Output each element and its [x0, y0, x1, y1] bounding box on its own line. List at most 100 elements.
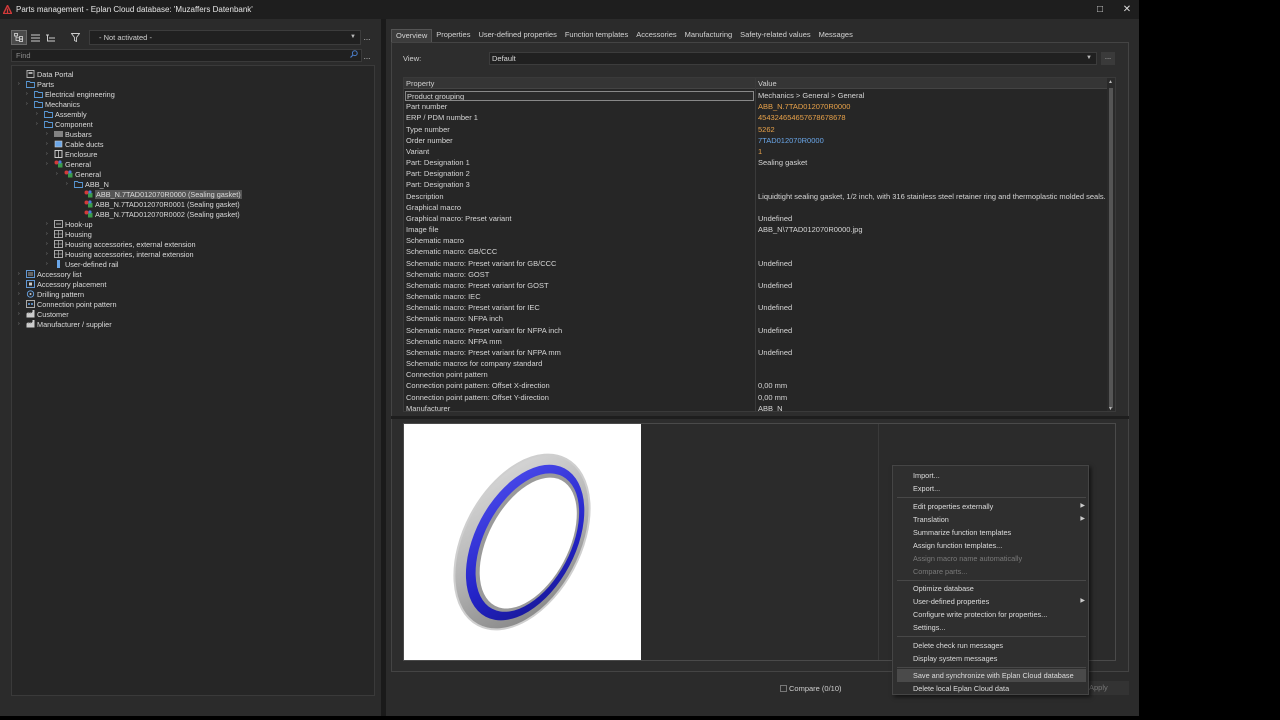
expand-chevron-icon[interactable]: ›: [18, 301, 20, 307]
property-column-header[interactable]: Property: [406, 79, 434, 88]
tree-node[interactable]: Parts: [26, 79, 54, 89]
scroll-up-icon[interactable]: ▲: [1108, 79, 1113, 85]
table-row[interactable]: Schematic macro: NFPA mm: [404, 336, 1109, 347]
view-dropdown[interactable]: Default ▼: [489, 52, 1097, 65]
find-more-button[interactable]: ...: [361, 49, 373, 64]
table-row[interactable]: Schematic macros for company standard: [404, 358, 1109, 369]
expand-chevron-icon[interactable]: ›: [56, 171, 58, 177]
expand-chevron-icon[interactable]: ›: [46, 131, 48, 137]
tree-node[interactable]: Assembly: [44, 109, 87, 119]
tree-node[interactable]: Component: [44, 119, 93, 129]
tab-overview[interactable]: Overview: [391, 29, 433, 42]
value-cell[interactable]: Undefined: [757, 303, 1107, 312]
tree-node[interactable]: Enclosure: [54, 149, 97, 159]
expand-chevron-icon[interactable]: ›: [18, 281, 20, 287]
expand-chevron-icon[interactable]: ›: [18, 271, 20, 277]
tree-node[interactable]: General: [54, 159, 91, 169]
value-cell[interactable]: 0,00 mm: [757, 393, 1107, 402]
menu-item-assign-function-templates[interactable]: Assign function templates...: [893, 539, 1090, 552]
menu-item-configure-write-protection-for-properties[interactable]: Configure write protection for propertie…: [893, 608, 1090, 621]
table-row[interactable]: Schematic macro: IEC: [404, 291, 1109, 302]
expand-chevron-icon[interactable]: ›: [46, 151, 48, 157]
table-row[interactable]: Schematic macro: GB/CCC: [404, 246, 1109, 257]
tree-node[interactable]: Electrical engineering: [34, 89, 115, 99]
table-row[interactable]: Schematic macro: GOST: [404, 269, 1109, 280]
menu-item-summarize-function-templates[interactable]: Summarize function templates: [893, 526, 1090, 539]
tree-node[interactable]: Mechanics: [34, 99, 80, 109]
menu-item-import[interactable]: Import...: [893, 469, 1090, 482]
tab-function-templates[interactable]: Function templates: [561, 29, 632, 42]
table-row[interactable]: Image file ABB_N\7TAD012070R0000.jpg: [404, 224, 1109, 235]
filter-more-button[interactable]: ...: [361, 30, 373, 45]
find-input[interactable]: Find: [11, 49, 362, 62]
expand-chevron-icon[interactable]: ›: [46, 161, 48, 167]
view-more-button[interactable]: ...: [1101, 52, 1115, 65]
expand-chevron-icon[interactable]: ›: [46, 241, 48, 247]
activation-dropdown[interactable]: - Not activated - ▼: [89, 30, 361, 45]
expand-chevron-icon[interactable]: ›: [18, 311, 20, 317]
tree-node[interactable]: Accessory placement: [26, 279, 106, 289]
table-row[interactable]: Graphical macro: [404, 202, 1109, 213]
expand-chevron-icon[interactable]: ›: [46, 251, 48, 257]
value-cell[interactable]: Liquidtight sealing gasket, 1/2 inch, wi…: [757, 192, 1107, 201]
table-row[interactable]: Schematic macro: Preset variant for IEC U…: [404, 302, 1109, 313]
value-cell[interactable]: Undefined: [757, 326, 1107, 335]
expand-chevron-icon[interactable]: ›: [18, 81, 20, 87]
value-column-header[interactable]: Value: [758, 79, 777, 88]
expand-chevron-icon[interactable]: ›: [46, 231, 48, 237]
table-row[interactable]: Product grouping Mechanics > General > Ge…: [404, 90, 1109, 101]
value-cell[interactable]: ABB_N: [757, 404, 1107, 411]
column-divider[interactable]: [755, 78, 756, 411]
expand-chevron-icon[interactable]: ›: [66, 181, 68, 187]
menu-item-translation[interactable]: Translation ▶: [893, 513, 1090, 526]
table-row[interactable]: Part number ABB_N.7TAD012070R0000: [404, 101, 1109, 112]
value-cell[interactable]: Undefined: [757, 214, 1107, 223]
table-row[interactable]: Schematic macro: NFPA inch: [404, 313, 1109, 324]
tab-manufacturing[interactable]: Manufacturing: [681, 29, 737, 42]
tree-node[interactable]: Hook-up: [54, 219, 93, 229]
value-cell[interactable]: 454324654657678678678: [757, 113, 1107, 122]
value-cell[interactable]: 5262: [757, 125, 1107, 134]
tab-properties[interactable]: Properties: [432, 29, 474, 42]
tab-accessories[interactable]: Accessories: [632, 29, 680, 42]
table-row[interactable]: Connection point pattern: Offset Y-direc…: [404, 392, 1109, 403]
tree-node[interactable]: ABB_N.7TAD012070R0000 (Sealing gasket): [84, 189, 242, 199]
table-row[interactable]: Graphical macro: Preset variant Undefined: [404, 213, 1109, 224]
scrollbar-thumb[interactable]: [1109, 88, 1113, 408]
table-row[interactable]: Schematic macro: Preset variant for NFPA…: [404, 325, 1109, 336]
value-cell[interactable]: Undefined: [757, 281, 1107, 290]
value-cell[interactable]: Undefined: [757, 348, 1107, 357]
tree-node[interactable]: Cable ducts: [54, 139, 104, 149]
horizontal-splitter[interactable]: [391, 416, 1129, 419]
grid-scrollbar[interactable]: ▲ ▼: [1107, 78, 1115, 411]
table-row[interactable]: Description Liquidtight sealing gasket, 1…: [404, 191, 1109, 202]
tree-list-view-icon[interactable]: [44, 30, 56, 45]
menu-item-optimize-database[interactable]: Optimize database: [893, 582, 1090, 595]
table-row[interactable]: Schematic macro: Preset variant for NFPA…: [404, 347, 1109, 358]
table-row[interactable]: Order number 7TAD012070R0000: [404, 135, 1109, 146]
tree-node[interactable]: Drilling pattern: [26, 289, 84, 299]
tree-node[interactable]: ABB_N: [74, 179, 109, 189]
tab-user-defined-properties[interactable]: User-defined properties: [474, 29, 560, 42]
menu-item-settings[interactable]: Settings...: [893, 621, 1090, 634]
tree-node[interactable]: Busbars: [54, 129, 92, 139]
table-row[interactable]: Part: Designation 2: [404, 168, 1109, 179]
tree-node[interactable]: Housing accessories, external extension: [54, 239, 196, 249]
tree-node[interactable]: Connection point pattern: [26, 299, 117, 309]
value-cell[interactable]: Undefined: [757, 259, 1107, 268]
expand-chevron-icon[interactable]: ›: [36, 111, 38, 117]
tree-node[interactable]: Manufacturer / supplier: [26, 319, 112, 329]
checkbox-icon[interactable]: [780, 685, 787, 692]
expand-chevron-icon[interactable]: ›: [18, 291, 20, 297]
value-cell[interactable]: 7TAD012070R0000: [757, 136, 1107, 145]
expand-chevron-icon[interactable]: ›: [46, 261, 48, 267]
tree-node[interactable]: Customer: [26, 309, 69, 319]
value-cell[interactable]: ABB_N\7TAD012070R0000.jpg: [757, 225, 1107, 234]
tree-node[interactable]: Accessory list: [26, 269, 82, 279]
value-cell[interactable]: Mechanics > General > General: [757, 91, 1107, 100]
menu-item-delete-check-run-messages[interactable]: Delete check run messages: [893, 639, 1090, 652]
tree-view-icon[interactable]: [11, 30, 27, 45]
close-button[interactable]: ✕: [1113, 0, 1141, 19]
table-row[interactable]: Manufacturer ABB_N: [404, 403, 1109, 411]
table-row[interactable]: Part: Designation 3: [404, 179, 1109, 190]
